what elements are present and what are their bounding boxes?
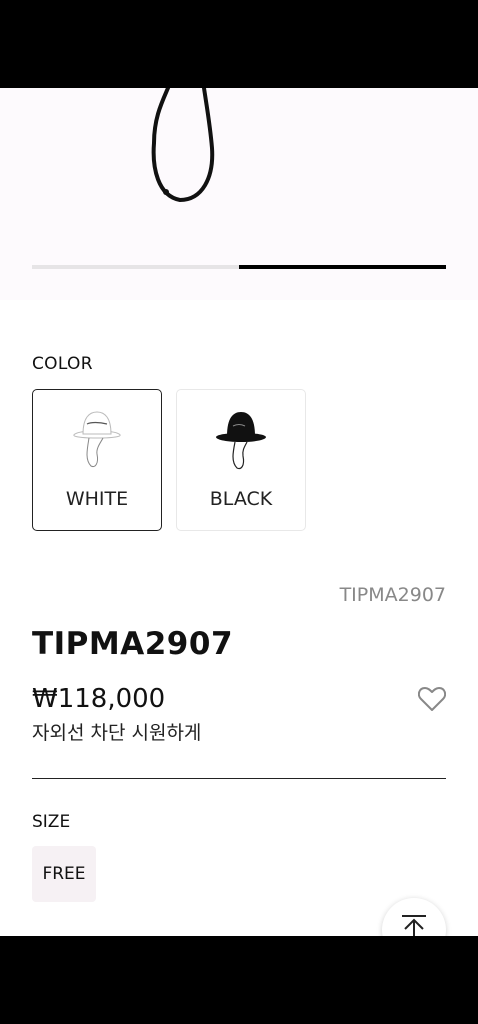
color-option-white[interactable]: WHITE <box>32 389 162 531</box>
color-option-black[interactable]: BLACK <box>176 389 306 531</box>
color-option-label: BLACK <box>209 488 273 510</box>
product-image-gallery[interactable] <box>0 88 478 300</box>
color-option-label: WHITE <box>65 488 129 510</box>
wishlist-button[interactable] <box>417 686 447 716</box>
white-hat-thumbnail <box>73 411 121 467</box>
product-name: TIPMA2907 <box>32 626 234 662</box>
arrow-up-to-top-icon <box>402 915 426 936</box>
gallery-progress-indicator <box>239 265 446 269</box>
black-hat-thumbnail <box>216 412 266 470</box>
product-detail-screen: COLOR WHITE BLACK TIPMA2907 TIPMA2907 ₩1… <box>0 88 478 936</box>
gallery-progress-track <box>32 265 446 269</box>
product-price: ₩118,000 <box>32 684 166 714</box>
navigation-bar <box>0 936 478 1024</box>
section-divider <box>32 778 446 779</box>
string-toggle <box>163 189 169 195</box>
status-bar <box>0 0 478 88</box>
heart-outline-icon <box>417 687 447 711</box>
color-section-label: COLOR <box>32 354 93 374</box>
size-section-label: SIZE <box>32 812 71 832</box>
product-subtitle: 자외선 차단 시원하게 <box>32 722 202 744</box>
product-code: TIPMA2907 <box>339 584 446 606</box>
size-option-free[interactable]: FREE <box>32 846 96 902</box>
hat-string-image <box>151 88 215 203</box>
scroll-to-top-button[interactable] <box>382 898 446 936</box>
